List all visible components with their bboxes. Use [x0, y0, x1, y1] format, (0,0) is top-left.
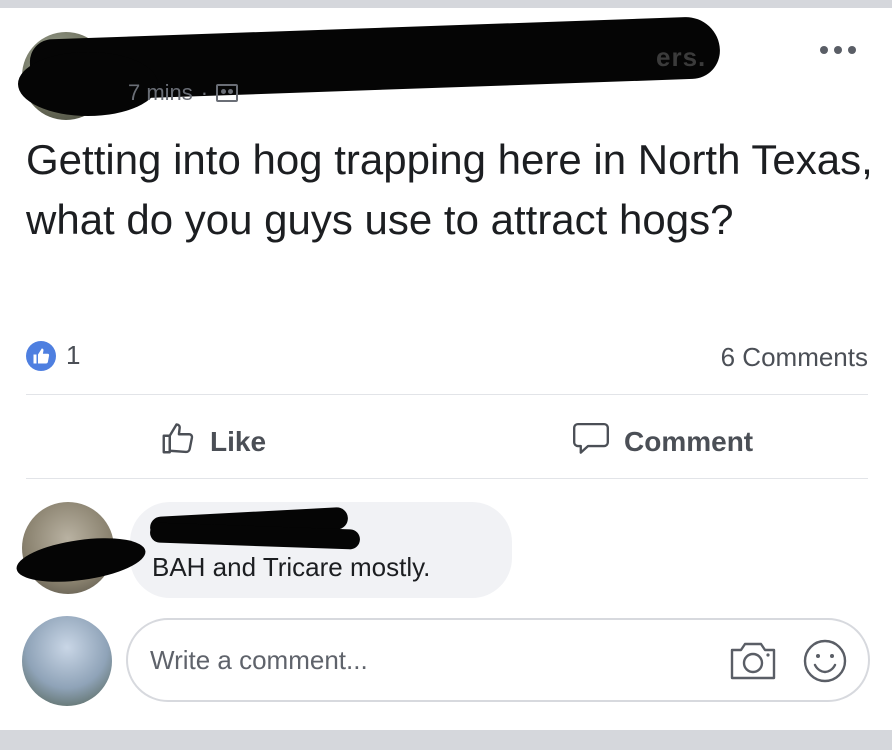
reactions-summary[interactable]: 1: [26, 340, 80, 371]
comment-button-label: Comment: [624, 425, 754, 457]
comment-bubble-icon: [572, 420, 610, 463]
like-button-label: Like: [210, 425, 267, 457]
post-text: Getting into hog trapping here in North …: [26, 136, 873, 243]
author-name-suffix[interactable]: ers.: [656, 42, 706, 73]
comments-count-link[interactable]: 6 Comments: [721, 342, 868, 373]
comment-input[interactable]: [150, 640, 690, 680]
emoji-icon[interactable]: [802, 638, 848, 689]
feed-separator-top: [0, 0, 892, 8]
thumbs-up-icon: [160, 420, 196, 463]
like-count: 1: [66, 340, 81, 370]
comment-button[interactable]: Comment: [572, 420, 753, 463]
dot: [820, 46, 828, 54]
post-time[interactable]: 7 mins: [128, 80, 193, 106]
comment-text: BAH and Tricare mostly.: [152, 552, 431, 582]
audience-icon[interactable]: [216, 84, 239, 102]
feed-separator-bottom: [0, 730, 892, 750]
meta-separator: ·: [200, 80, 209, 105]
like-button[interactable]: Like: [160, 420, 266, 463]
post-meta: 7 mins ·: [128, 80, 239, 106]
dot: [834, 46, 842, 54]
divider: [26, 394, 868, 395]
dot: [848, 46, 856, 54]
camera-icon[interactable]: [728, 640, 778, 687]
divider: [26, 478, 868, 479]
user-avatar: [22, 616, 112, 706]
more-options-icon[interactable]: [820, 44, 856, 56]
like-reaction-icon: [26, 340, 56, 371]
